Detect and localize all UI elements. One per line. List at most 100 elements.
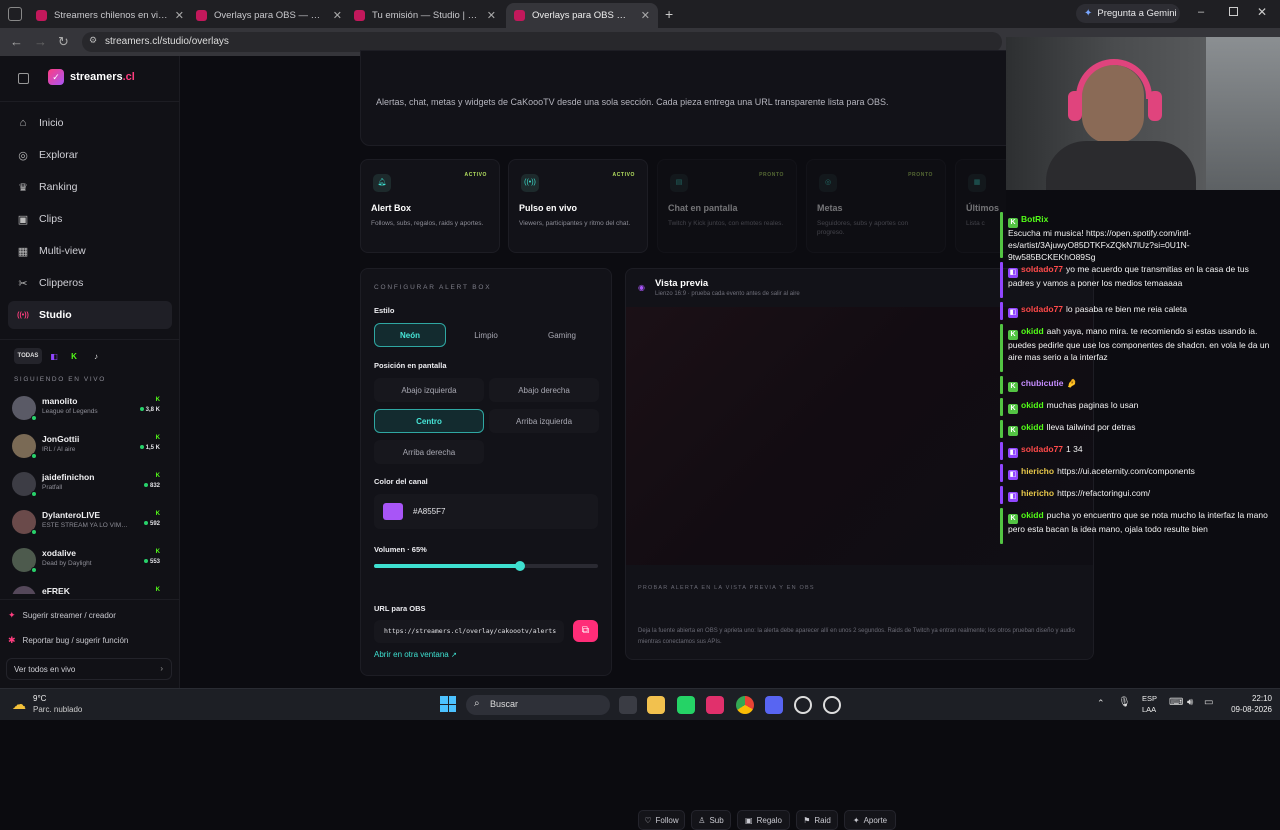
url-field[interactable]: ⚙ streamers.cl/studio/overlays — [82, 32, 1002, 52]
sidebar-item-clipperos[interactable]: ✂ Clipperos — [8, 269, 172, 297]
filter-all-button[interactable]: TODAS — [14, 348, 42, 364]
minimize-icon[interactable]: – — [1198, 6, 1204, 18]
test-regalo-button[interactable]: ▣ Regalo — [737, 810, 790, 830]
webcam-overlay — [1006, 37, 1280, 190]
sidebar-item-inicio[interactable]: ⌂ Inicio — [8, 109, 172, 137]
following-item[interactable]: eFREK K — [12, 584, 168, 594]
brand-name[interactable]: streamers.cl — [70, 71, 135, 83]
close-window-icon[interactable]: ✕ — [1257, 5, 1267, 19]
feature-card-pulso-en-vivo[interactable]: ((•)) ACTIVO Pulso en vivo Viewers, partici… — [508, 159, 648, 253]
discord-icon[interactable] — [765, 696, 783, 714]
position-option-4[interactable]: Arriba derecha — [374, 440, 484, 464]
test-aporte-button[interactable]: ✦ Aporte — [844, 810, 896, 830]
feature-card-metas[interactable]: ◎ PRONTO Metas Seguidores, subs y aportes c… — [806, 159, 946, 253]
suggest-streamer-link[interactable]: ✦ Sugerir streamer / creador — [8, 610, 172, 621]
close-tab-icon[interactable]: ✕ — [641, 9, 650, 22]
battery-icon[interactable]: ▭ — [1204, 697, 1213, 708]
instagram-icon[interactable] — [706, 696, 724, 714]
close-tab-icon[interactable]: ✕ — [175, 9, 184, 22]
language-indicator[interactable]: ESP — [1142, 694, 1157, 703]
test-follow-button[interactable]: ♡ Follow — [638, 810, 685, 830]
new-tab-icon[interactable]: + — [665, 6, 673, 22]
weather-temp[interactable]: 9°C — [33, 694, 46, 703]
filter-tiktok-button[interactable]: ♪ — [88, 348, 104, 364]
style-label: Estilo — [374, 306, 395, 315]
sidebar-item-studio[interactable]: ((•)) Studio — [8, 301, 172, 329]
browser-tab[interactable]: Tu emisión — Studio | streamers ✕ — [346, 3, 504, 28]
style-option-1[interactable]: Limpio — [450, 323, 522, 347]
sidebar-toggle-icon[interactable] — [18, 73, 29, 84]
message-accent — [1000, 302, 1003, 320]
report-bug-link[interactable]: ✱ Reportar bug / sugerir función — [8, 635, 172, 646]
feature-card--ltimos[interactable]: ▦ Últimos Lista c — [955, 159, 1006, 253]
position-option-2[interactable]: Centro — [374, 409, 484, 433]
following-item[interactable]: DylanteroLIVE ESTE STREAM YA LO VIM… K 592 — [12, 508, 168, 542]
volume-icon[interactable]: 🔊︎ — [1187, 697, 1193, 708]
following-item[interactable]: JonGottii IRL / Al aire K 1,5 K — [12, 432, 168, 466]
volume-handle[interactable] — [514, 561, 525, 571]
reload-icon[interactable]: ↻ — [58, 34, 69, 50]
tab-actions-icon[interactable] — [8, 7, 22, 21]
twitch-badge-icon: ◧ — [1008, 448, 1018, 458]
chat-body: 1 34 — [1066, 444, 1083, 454]
sidebar-item-multiview[interactable]: ▦ Multi-view — [8, 237, 172, 265]
brand-logo-icon[interactable]: ✓ — [48, 69, 64, 85]
sidebar-item-explorar[interactable]: ◎ Explorar — [8, 141, 172, 169]
sidebar-item-ranking[interactable]: ♛ Ranking — [8, 173, 172, 201]
weather-desc[interactable]: Parc. nublado — [33, 705, 82, 714]
color-swatch[interactable] — [383, 503, 403, 520]
color-picker[interactable]: #A855F7 — [374, 494, 598, 529]
view-all-live-button[interactable]: Ver todos en vivo › — [6, 658, 172, 680]
task-view-icon[interactable] — [619, 696, 637, 714]
position-option-3[interactable]: Arriba izquierda — [489, 409, 599, 433]
filter-kick-button[interactable]: K — [66, 348, 82, 364]
search-icon: ⌕ — [474, 698, 480, 709]
app-icon[interactable] — [823, 696, 841, 714]
chevron-up-icon[interactable]: ⌃ — [1097, 698, 1105, 709]
close-tab-icon[interactable]: ✕ — [333, 9, 342, 22]
clock-date[interactable]: 09-08-2026 — [1222, 705, 1272, 714]
language-indicator-2[interactable]: LAA — [1142, 705, 1156, 714]
obs-url-field[interactable]: https://streamers.cl/overlay/cakoootv/al… — [374, 620, 564, 643]
chatgpt-icon[interactable] — [794, 696, 812, 714]
following-item[interactable]: xodalive Dead by Daylight K 553 — [12, 546, 168, 580]
test-raid-button[interactable]: ⚑ Raid — [796, 810, 838, 830]
volume-slider[interactable] — [374, 561, 598, 571]
close-tab-icon[interactable]: ✕ — [487, 9, 496, 22]
back-icon[interactable]: ← — [10, 34, 23, 49]
file-explorer-icon[interactable] — [647, 696, 665, 714]
forward-icon[interactable]: → — [34, 34, 47, 49]
chat-text: ◧ soldado77 1 34 — [1008, 444, 1270, 458]
clock-time[interactable]: 22:10 — [1226, 694, 1272, 703]
test-sub-button[interactable]: ♙ Sub — [691, 810, 731, 830]
open-new-window-link[interactable]: Abrir en otra ventana ↗ — [374, 650, 457, 659]
position-option-0[interactable]: Abajo izquierda — [374, 378, 484, 402]
trophy-icon: ♛ — [18, 181, 28, 194]
filter-twitch-button[interactable]: ◧ — [46, 348, 62, 364]
browser-tab[interactable]: Overlays para OBS — Streamers ✕ — [188, 3, 350, 28]
position-option-1[interactable]: Abajo derecha — [489, 378, 599, 402]
url-text: streamers.cl/studio/overlays — [105, 36, 229, 47]
style-option-0[interactable]: Neón — [374, 323, 446, 347]
gemini-button[interactable]: ✦ Pregunta a Gemini — [1076, 4, 1180, 23]
chrome-icon[interactable] — [736, 696, 754, 714]
browser-tab[interactable]: Streamers chilenos en vivo | Tw ✕ — [28, 3, 192, 28]
weather-icon[interactable]: ☁ — [12, 696, 26, 713]
sidebar-item-clips[interactable]: ▣ Clips — [8, 205, 172, 233]
network-icon[interactable]: ⌨ — [1169, 697, 1183, 708]
browser-tab[interactable]: Overlays para OBS — Streamers ✕ — [506, 3, 658, 28]
chat-body: https://ui.aceternity.com/components — [1057, 466, 1195, 476]
windows-start-icon[interactable] — [440, 696, 456, 712]
maximize-icon[interactable] — [1229, 7, 1238, 16]
following-item[interactable]: manolito League of Legends K 3,8 K — [12, 394, 168, 428]
status-badge: PRONTO — [908, 172, 933, 178]
feature-card-chat-en-pantalla[interactable]: ▤ PRONTO Chat en pantalla Twitch y Kick jun… — [657, 159, 797, 253]
taskbar-search[interactable]: ⌕ Buscar — [466, 695, 610, 715]
copy-url-button[interactable]: ⧉ — [573, 620, 598, 642]
style-option-2[interactable]: Gaming — [526, 323, 598, 347]
whatsapp-icon[interactable] — [677, 696, 695, 714]
feature-card-alert-box[interactable]: 🔔︎ ACTIVO Alert Box Follows, subs, regalos,… — [360, 159, 500, 253]
microphone-icon[interactable]: 🎙︎ — [1118, 697, 1131, 708]
following-item[interactable]: jaidefinichon Pratfall K 832 — [12, 470, 168, 504]
site-info-icon[interactable]: ⚙ — [89, 35, 97, 46]
